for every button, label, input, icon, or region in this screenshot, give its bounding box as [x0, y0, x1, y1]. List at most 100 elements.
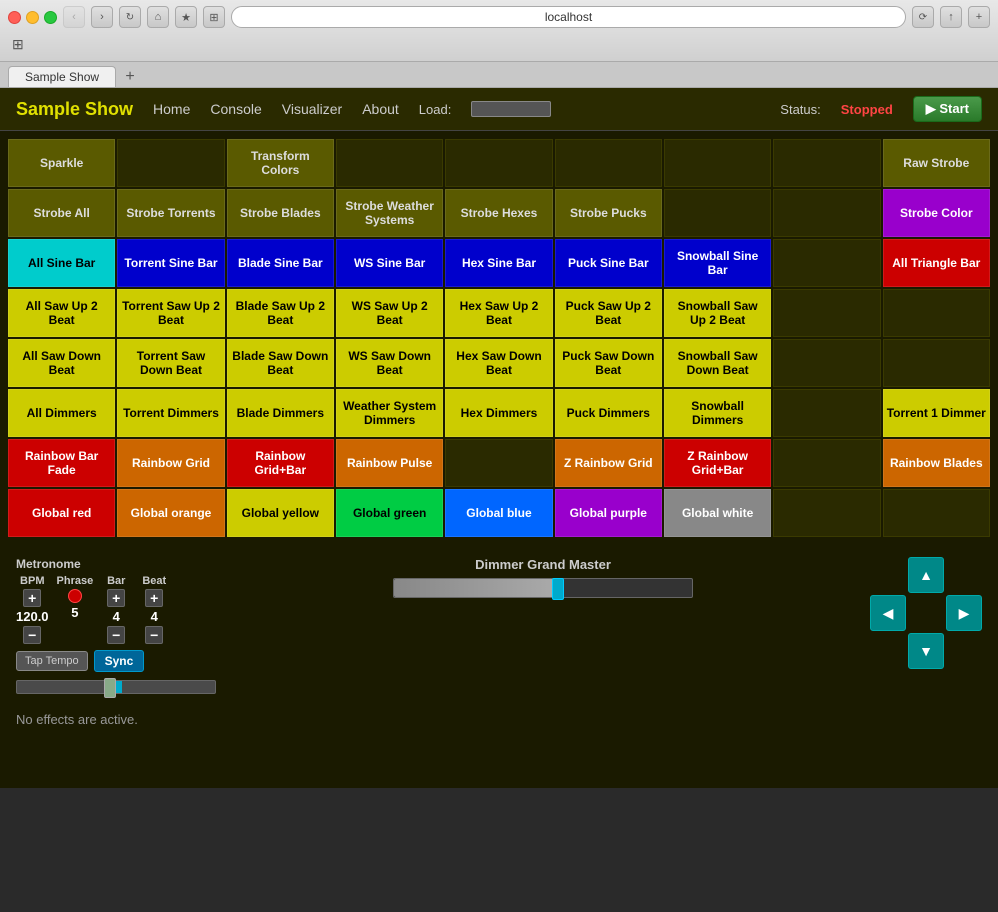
grid-cell-6-5[interactable]: Z Rainbow Grid	[555, 439, 662, 487]
sync-button[interactable]: Sync	[94, 650, 145, 672]
bpm-slider[interactable]	[16, 680, 216, 694]
grid-cell-7-0[interactable]: Global red	[8, 489, 115, 537]
dpad-right-button[interactable]: ▶	[946, 595, 982, 631]
url-bar[interactable]: localhost	[231, 6, 906, 28]
grid-cell-5-5[interactable]: Puck Dimmers	[555, 389, 662, 437]
phrase-group: Phrase 5	[57, 575, 94, 640]
grid-cell-3-3[interactable]: WS Saw Up 2 Beat	[336, 289, 443, 337]
grid-cell-2-6[interactable]: Snowball Sine Bar	[664, 239, 771, 287]
grid-cell-3-5[interactable]: Puck Saw Up 2 Beat	[555, 289, 662, 337]
forward-button[interactable]: ›	[91, 6, 113, 28]
grid-cell-6-8[interactable]: Rainbow Blades	[883, 439, 990, 487]
start-button[interactable]: ▶ Start	[913, 96, 982, 122]
bar-down-button[interactable]: −	[107, 626, 125, 644]
add-tab-button[interactable]: +	[120, 67, 140, 87]
grid-cell-2-5[interactable]: Puck Sine Bar	[555, 239, 662, 287]
grid-cell-4-5[interactable]: Puck Saw Down Beat	[555, 339, 662, 387]
bar-up-button[interactable]: +	[107, 589, 125, 607]
grid-cell-0-0[interactable]: Sparkle	[8, 139, 115, 187]
grid-cell-1-3[interactable]: Strobe Weather Systems	[336, 189, 443, 237]
new-tab-button[interactable]: +	[968, 6, 990, 28]
grid-cell-2-0[interactable]: All Sine Bar	[8, 239, 115, 287]
grid-cell-3-1[interactable]: Torrent Saw Up 2 Beat	[117, 289, 224, 337]
grid-cell-7-3[interactable]: Global green	[336, 489, 443, 537]
apps-icon[interactable]: ⊞	[12, 36, 24, 53]
grid-cell-4-1[interactable]: Torrent Saw Down Beat	[117, 339, 224, 387]
grid-cell-5-2[interactable]: Blade Dimmers	[227, 389, 334, 437]
refresh-icon[interactable]: ⟳	[912, 6, 934, 28]
beat-down-button[interactable]: −	[145, 626, 163, 644]
nav-console[interactable]: Console	[210, 101, 261, 117]
grid-cell-2-7	[773, 239, 880, 287]
home-button[interactable]: ⌂	[147, 6, 169, 28]
grid-cell-7-4[interactable]: Global blue	[445, 489, 552, 537]
grid-cell-2-1[interactable]: Torrent Sine Bar	[117, 239, 224, 287]
reload-button[interactable]: ↻	[119, 6, 141, 28]
grid-cell-3-0[interactable]: All Saw Up 2 Beat	[8, 289, 115, 337]
grid-cell-7-2[interactable]: Global yellow	[227, 489, 334, 537]
dpad-left-button[interactable]: ◀	[870, 595, 906, 631]
nav-visualizer[interactable]: Visualizer	[282, 101, 342, 117]
bpm-slider-thumb[interactable]	[104, 678, 116, 698]
share-button[interactable]: ↑	[940, 6, 962, 28]
grid-cell-5-7	[773, 389, 880, 437]
grid-cell-5-8[interactable]: Torrent 1 Dimmer	[883, 389, 990, 437]
grid-cell-1-6	[664, 189, 771, 237]
grid-cell-1-2[interactable]: Strobe Blades	[227, 189, 334, 237]
grid-cell-6-7	[773, 439, 880, 487]
grid-cell-4-2[interactable]: Blade Saw Down Beat	[227, 339, 334, 387]
grid-cell-4-6[interactable]: Snowball Saw Down Beat	[664, 339, 771, 387]
grid-cell-7-6[interactable]: Global white	[664, 489, 771, 537]
grid-cell-6-6[interactable]: Z Rainbow Grid+Bar	[664, 439, 771, 487]
dpad-down-button[interactable]: ▼	[908, 633, 944, 669]
grid-cell-1-0[interactable]: Strobe All	[8, 189, 115, 237]
back-button[interactable]: ‹	[63, 6, 85, 28]
grid-cell-1-7	[773, 189, 880, 237]
grid-cell-6-3[interactable]: Rainbow Pulse	[336, 439, 443, 487]
grid-cell-6-2[interactable]: Rainbow Grid+Bar	[227, 439, 334, 487]
grid-cell-5-3[interactable]: Weather System Dimmers	[336, 389, 443, 437]
bar-group: Bar + 4 −	[101, 575, 131, 644]
tab-button[interactable]: ⊞	[203, 6, 225, 28]
grid-cell-2-8[interactable]: All Triangle Bar	[883, 239, 990, 287]
grid-cell-1-5[interactable]: Strobe Pucks	[555, 189, 662, 237]
grid-cell-3-4[interactable]: Hex Saw Up 2 Beat	[445, 289, 552, 337]
grid-cell-2-2[interactable]: Blade Sine Bar	[227, 239, 334, 287]
close-button[interactable]	[8, 11, 21, 24]
grid-cell-0-2[interactable]: Transform Colors	[227, 139, 334, 187]
current-tab[interactable]: Sample Show	[8, 66, 116, 87]
nav-about[interactable]: About	[362, 101, 399, 117]
grid-cell-2-4[interactable]: Hex Sine Bar	[445, 239, 552, 287]
nav-home[interactable]: Home	[153, 101, 190, 117]
grid-cell-7-5[interactable]: Global purple	[555, 489, 662, 537]
dimmer-bar-container[interactable]	[393, 578, 693, 598]
grid-cell-5-6[interactable]: Snowball Dimmers	[664, 389, 771, 437]
grid-cell-5-1[interactable]: Torrent Dimmers	[117, 389, 224, 437]
grid-cell-5-4[interactable]: Hex Dimmers	[445, 389, 552, 437]
bpm-up-button[interactable]: +	[23, 589, 41, 607]
tap-tempo-button[interactable]: Tap Tempo	[16, 651, 88, 671]
bookmark-button[interactable]: ★	[175, 6, 197, 28]
metronome-section: Metronome BPM + 120.0 − Phrase 5	[16, 557, 216, 694]
grid-cell-6-1[interactable]: Rainbow Grid	[117, 439, 224, 487]
grid-cell-1-8[interactable]: Strobe Color	[883, 189, 990, 237]
grid-cell-0-8[interactable]: Raw Strobe	[883, 139, 990, 187]
dpad-up-button[interactable]: ▲	[908, 557, 944, 593]
bpm-down-button[interactable]: −	[23, 626, 41, 644]
maximize-button[interactable]	[44, 11, 57, 24]
beat-up-button[interactable]: +	[145, 589, 163, 607]
grid-cell-3-2[interactable]: Blade Saw Up 2 Beat	[227, 289, 334, 337]
grid-cell-7-1[interactable]: Global orange	[117, 489, 224, 537]
grid-cell-5-0[interactable]: All Dimmers	[8, 389, 115, 437]
grid-cell-4-4[interactable]: Hex Saw Down Beat	[445, 339, 552, 387]
grid-cell-4-0[interactable]: All Saw Down Beat	[8, 339, 115, 387]
grid-cell-2-3[interactable]: WS Sine Bar	[336, 239, 443, 287]
grid-cell-1-4[interactable]: Strobe Hexes	[445, 189, 552, 237]
grid-cell-4-3[interactable]: WS Saw Down Beat	[336, 339, 443, 387]
grid-cell-3-6[interactable]: Snowball Saw Up 2 Beat	[664, 289, 771, 337]
metronome-controls: BPM + 120.0 − Phrase 5 Bar + 4 −	[16, 575, 216, 644]
minimize-button[interactable]	[26, 11, 39, 24]
grid-cell-1-1[interactable]: Strobe Torrents	[117, 189, 224, 237]
grid-cell-6-0[interactable]: Rainbow Bar Fade	[8, 439, 115, 487]
dimmer-thumb[interactable]	[552, 578, 564, 600]
